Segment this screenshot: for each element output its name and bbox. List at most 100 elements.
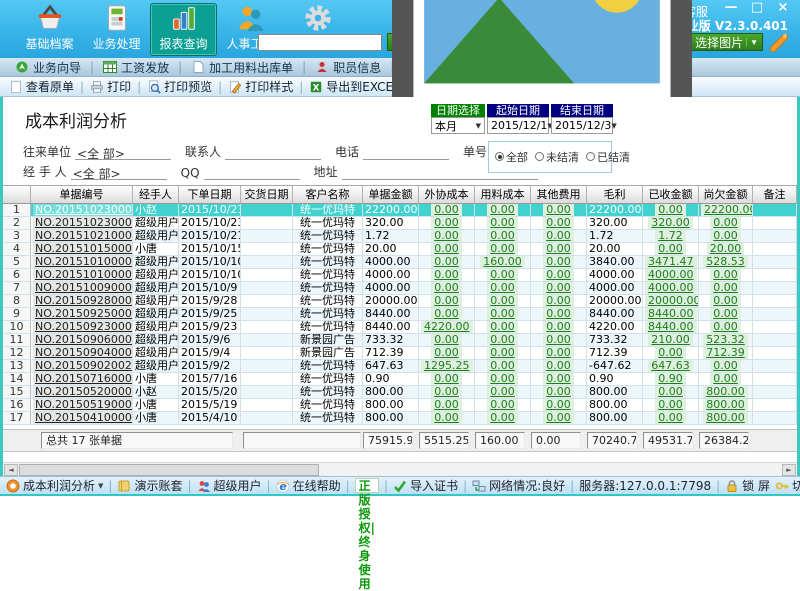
tab-4[interactable]: 职员信息: [306, 58, 390, 76]
amount-link[interactable]: 0.00: [487, 282, 518, 294]
status-item[interactable]: 超级用户: [197, 477, 262, 494]
status-item[interactable]: 服务器:127.0.0.1:7798: [579, 477, 711, 494]
status-item[interactable]: 锁 屏: [725, 477, 770, 494]
amount-link[interactable]: 647.63: [648, 360, 693, 372]
grid-col-header[interactable]: 用料成本: [475, 186, 531, 203]
filter-field-input[interactable]: <全 部>: [75, 145, 171, 160]
filter-field-input[interactable]: [225, 145, 321, 160]
filter-field-input[interactable]: <全 部>: [71, 165, 167, 180]
doc-no-link[interactable]: NO.201509230002: [33, 321, 133, 333]
amount-link[interactable]: 0.00: [487, 373, 518, 385]
table-row[interactable]: 3NO.201510210001超级用户2015/10/21统一优玛特1.720…: [3, 230, 797, 243]
amount-link[interactable]: 0.00: [487, 269, 518, 281]
amount-link[interactable]: 8440.00: [645, 321, 697, 333]
amount-link[interactable]: 0.00: [431, 204, 462, 216]
doc-no-link[interactable]: NO.201505190001: [33, 399, 133, 411]
amount-link[interactable]: 0.00: [655, 243, 686, 255]
amount-link[interactable]: 4220.00: [421, 321, 473, 333]
amount-link[interactable]: 1.72: [655, 230, 686, 242]
amount-link[interactable]: 0.00: [487, 217, 518, 229]
announcement-input[interactable]: [258, 34, 382, 51]
amount-link[interactable]: 0.00: [655, 204, 686, 216]
amount-link[interactable]: 0.00: [487, 412, 518, 424]
amount-link[interactable]: 0.00: [487, 334, 518, 346]
amount-link[interactable]: 0.00: [431, 347, 462, 359]
amount-link[interactable]: 0.00: [543, 334, 574, 346]
table-row[interactable]: 2NO.201510230003超级用户2015/10/23统一优玛特320.0…: [3, 217, 797, 230]
amount-link[interactable]: 0.00: [431, 230, 462, 242]
amount-link[interactable]: 0.00: [710, 295, 741, 307]
amount-link[interactable]: 0.00: [543, 295, 574, 307]
doc-no-link[interactable]: NO.201510100002: [33, 256, 133, 268]
amount-link[interactable]: 0.00: [431, 295, 462, 307]
amount-link[interactable]: 528.53: [703, 256, 748, 268]
end-date-dropdown[interactable]: 2015/12/3▼: [551, 117, 613, 134]
amount-link[interactable]: 0.00: [487, 295, 518, 307]
amount-link[interactable]: 320.00: [648, 217, 693, 229]
doc-no-link[interactable]: NO.201509020021: [33, 360, 133, 372]
amount-link[interactable]: 4000.00: [645, 282, 697, 294]
radio-option[interactable]: 未结清: [535, 149, 579, 165]
amount-link[interactable]: 3471.47: [645, 256, 697, 268]
amount-link[interactable]: 0.00: [543, 399, 574, 411]
grid-col-header[interactable]: 单据编号: [31, 186, 133, 203]
maximize-button[interactable]: □: [748, 1, 766, 16]
table-row[interactable]: 8NO.201509280001超级用户2015/9/28统一优玛特20000.…: [3, 295, 797, 308]
table-row[interactable]: 14NO.201507160001小唐2015/7/16统一优玛特0.900.0…: [3, 373, 797, 386]
nav-item-chart[interactable]: 报表查询: [150, 3, 217, 56]
amount-link[interactable]: 0.00: [431, 399, 462, 411]
nav-item-calculator[interactable]: 业务处理: [83, 3, 150, 56]
amount-link[interactable]: 0.00: [543, 269, 574, 281]
amount-link[interactable]: 160.00: [480, 256, 525, 268]
amount-link[interactable]: 800.00: [703, 386, 748, 398]
amount-link[interactable]: 0.00: [543, 230, 574, 242]
amount-link[interactable]: 523.32: [703, 334, 748, 346]
status-switch-user[interactable]: 切换用户: [775, 477, 800, 494]
doc-no-link[interactable]: NO.201505200001: [33, 386, 133, 398]
amount-link[interactable]: 8440.00: [645, 308, 697, 320]
amount-link[interactable]: 0.00: [710, 373, 741, 385]
doc-no-link[interactable]: NO.201510210001: [33, 230, 133, 242]
horizontal-scrollbar[interactable]: ◄ ►: [3, 462, 797, 476]
radio-option[interactable]: 已结清: [586, 149, 630, 165]
filter-field-input[interactable]: [363, 145, 449, 160]
table-row[interactable]: 13NO.201509020021超级用户2015/9/2统一优玛特647.63…: [3, 360, 797, 373]
amount-link[interactable]: 0.00: [431, 256, 462, 268]
table-row[interactable]: 9NO.201509250001超级用户2015/9/25统一优玛特8440.0…: [3, 308, 797, 321]
table-row[interactable]: 4NO.201510150004小唐2015/10/15统一优玛特20.000.…: [3, 243, 797, 256]
table-row[interactable]: 11NO.201509060001超级用户2015/9/6新景园广告733.32…: [3, 334, 797, 347]
amount-link[interactable]: 0.00: [487, 230, 518, 242]
amount-link[interactable]: 0.00: [487, 399, 518, 411]
amount-link[interactable]: 800.00: [703, 399, 748, 411]
amount-link[interactable]: 0.00: [543, 204, 574, 216]
amount-link[interactable]: 22200.00: [701, 204, 753, 216]
grid-col-header[interactable]: 其他费用: [531, 186, 587, 203]
amount-link[interactable]: 0.00: [710, 308, 741, 320]
grid-col-header[interactable]: 单据金额: [363, 186, 419, 203]
doc-no-link[interactable]: NO.201510150004: [33, 243, 133, 255]
amount-link[interactable]: 0.00: [710, 282, 741, 294]
scroll-right-button[interactable]: ►: [782, 464, 796, 476]
grid-col-header[interactable]: 备注: [753, 186, 797, 203]
amount-link[interactable]: 0.00: [487, 360, 518, 372]
doc-no-link[interactable]: NO.201509040001: [33, 347, 133, 359]
grid-col-header[interactable]: 毛利: [587, 186, 643, 203]
nav-item-basket[interactable]: 基础档案: [16, 3, 83, 56]
amount-link[interactable]: 0.00: [543, 243, 574, 255]
amount-link[interactable]: 0.00: [543, 373, 574, 385]
doc-no-link[interactable]: NO.201510090002: [33, 282, 133, 294]
amount-link[interactable]: 0.00: [543, 412, 574, 424]
amount-link[interactable]: 712.39: [703, 347, 748, 359]
grid-col-header[interactable]: [3, 186, 31, 203]
amount-link[interactable]: 0.00: [431, 334, 462, 346]
grid-col-header[interactable]: 外协成本: [419, 186, 475, 203]
amount-link[interactable]: 0.00: [431, 269, 462, 281]
table-row[interactable]: 10NO.201509230002超级用户2015/9/23统一优玛特8440.…: [3, 321, 797, 334]
amount-link[interactable]: 0.00: [543, 282, 574, 294]
amount-link[interactable]: 0.00: [543, 347, 574, 359]
amount-link[interactable]: 0.00: [487, 386, 518, 398]
toolbar-button-view-doc[interactable]: 查看原单: [4, 77, 79, 96]
grid-col-header[interactable]: 交货日期: [241, 186, 293, 203]
doc-no-link[interactable]: NO.201510230003: [33, 217, 133, 229]
amount-link[interactable]: 0.00: [543, 308, 574, 320]
